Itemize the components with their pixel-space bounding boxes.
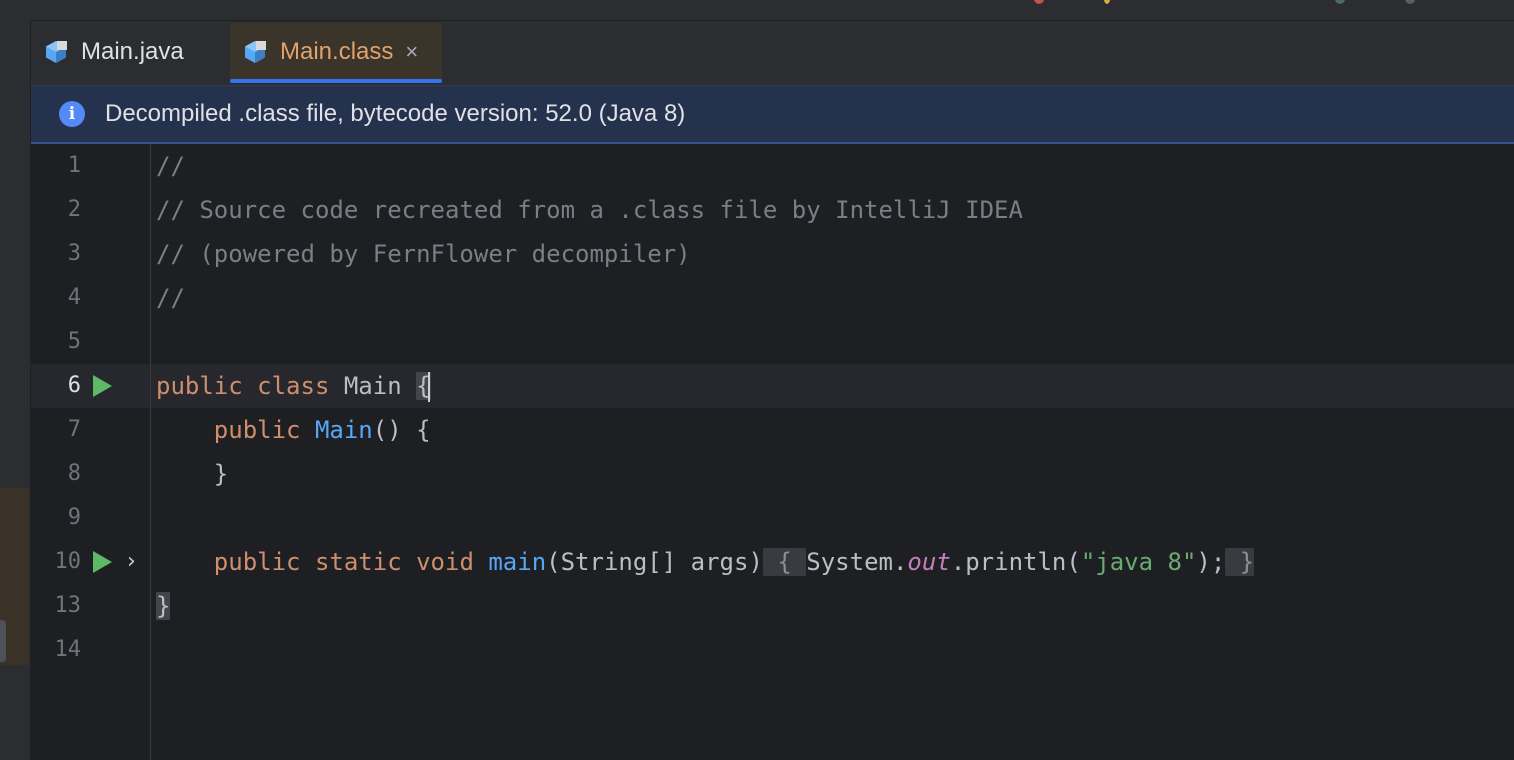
code-line: 1 // bbox=[31, 144, 1514, 188]
static-field: out bbox=[907, 548, 951, 576]
java-class-icon bbox=[46, 41, 67, 63]
folded-region-start[interactable]: { bbox=[762, 548, 807, 576]
line-number: 1 bbox=[67, 153, 81, 178]
chevron-right-icon[interactable]: › bbox=[127, 540, 136, 584]
status-dot-gray bbox=[1405, 0, 1415, 4]
line-number: 7 bbox=[67, 417, 81, 442]
tab-main-class[interactable]: Main.class × bbox=[230, 23, 442, 83]
call-object: System. bbox=[806, 548, 908, 576]
keyword: void bbox=[416, 548, 474, 576]
line-number: 10 bbox=[54, 549, 82, 574]
method-name: main bbox=[488, 548, 547, 576]
left-tool-strip bbox=[0, 20, 31, 760]
code-text: public class Main { bbox=[156, 364, 431, 408]
keyword: class bbox=[257, 372, 330, 400]
code-comment: // (powered by FernFlower decompiler) bbox=[156, 240, 691, 268]
editor-tab-bar: Main.java Main.class × bbox=[31, 21, 1514, 86]
matched-brace: } bbox=[156, 592, 171, 620]
info-icon: i bbox=[59, 101, 85, 127]
code-line: 8 } bbox=[31, 452, 1514, 496]
code-line: 14 bbox=[31, 628, 1514, 672]
text-caret bbox=[427, 372, 430, 402]
call-end: ); bbox=[1196, 548, 1226, 576]
code-line: 7 public Main() { bbox=[31, 408, 1514, 452]
code-editor[interactable]: 1 // 2 // Source code recreated from a .… bbox=[31, 144, 1514, 760]
code-text: public static void main(String[] args) {… bbox=[156, 540, 1255, 584]
closing-brace: } bbox=[213, 460, 229, 488]
line-number: 6 bbox=[67, 373, 81, 398]
code-text: public Main() { bbox=[156, 408, 431, 452]
java-class-icon bbox=[245, 41, 266, 63]
decompiled-info-banner: i Decompiled .class file, bytecode versi… bbox=[31, 86, 1514, 144]
code-line-current: 6 public class Main { bbox=[31, 364, 1514, 408]
tab-main-java[interactable]: Main.java bbox=[43, 23, 218, 81]
line-number: 13 bbox=[54, 593, 82, 618]
code-line: 4 // bbox=[31, 276, 1514, 320]
run-main-icon[interactable] bbox=[93, 551, 112, 573]
keyword: public bbox=[156, 372, 243, 400]
class-name: Main bbox=[343, 372, 402, 400]
line-number: 4 bbox=[67, 285, 81, 310]
status-dot-green bbox=[1335, 0, 1345, 4]
code-line: 10 › public static void main(String[] ar… bbox=[31, 540, 1514, 584]
string-literal: "java 8" bbox=[1080, 548, 1197, 576]
line-number: 2 bbox=[67, 197, 81, 222]
run-class-icon[interactable] bbox=[93, 375, 112, 397]
code-line: 5 bbox=[31, 320, 1514, 364]
banner-text: Decompiled .class file, bytecode version… bbox=[105, 100, 686, 127]
active-tab-indicator bbox=[230, 79, 442, 83]
code-comment: // bbox=[156, 284, 185, 312]
line-number: 5 bbox=[67, 329, 81, 354]
line-number: 3 bbox=[67, 241, 81, 266]
code-comment: // Source code recreated from a .class f… bbox=[156, 196, 1023, 224]
status-dot-yellow bbox=[1104, 0, 1110, 4]
tool-window-handle[interactable] bbox=[0, 620, 6, 662]
fold-brace: } bbox=[1239, 548, 1255, 576]
fold-brace: { bbox=[777, 548, 792, 576]
folded-region-end[interactable]: } bbox=[1225, 548, 1255, 576]
line-number: 14 bbox=[54, 637, 82, 662]
close-tab-icon[interactable]: × bbox=[405, 41, 418, 63]
code-text: } bbox=[156, 452, 228, 496]
top-toolbar-strip bbox=[0, 0, 1514, 21]
keyword: static bbox=[314, 548, 402, 576]
keyword: public bbox=[213, 416, 301, 444]
ide-window: Main.java Main.class × i Decompiled .cla… bbox=[0, 0, 1514, 760]
line-number: 8 bbox=[67, 461, 81, 486]
tab-label: Main.java bbox=[81, 38, 184, 65]
code-line: 3 // (powered by FernFlower decompiler) bbox=[31, 232, 1514, 276]
tab-label: Main.class bbox=[280, 38, 394, 65]
call-method: .println( bbox=[950, 548, 1081, 576]
code-line: 2 // Source code recreated from a .class… bbox=[31, 188, 1514, 232]
code-line: 9 bbox=[31, 496, 1514, 540]
code-punctuation: () { bbox=[372, 416, 431, 444]
line-number: 9 bbox=[67, 505, 81, 530]
code-comment: // bbox=[156, 152, 185, 180]
code-text: } bbox=[156, 584, 171, 628]
method-params: (String[] args) bbox=[546, 548, 763, 576]
status-dot-red bbox=[1034, 0, 1044, 4]
constructor-name: Main bbox=[314, 416, 373, 444]
keyword: public bbox=[213, 548, 301, 576]
code-line: 13 } bbox=[31, 584, 1514, 628]
